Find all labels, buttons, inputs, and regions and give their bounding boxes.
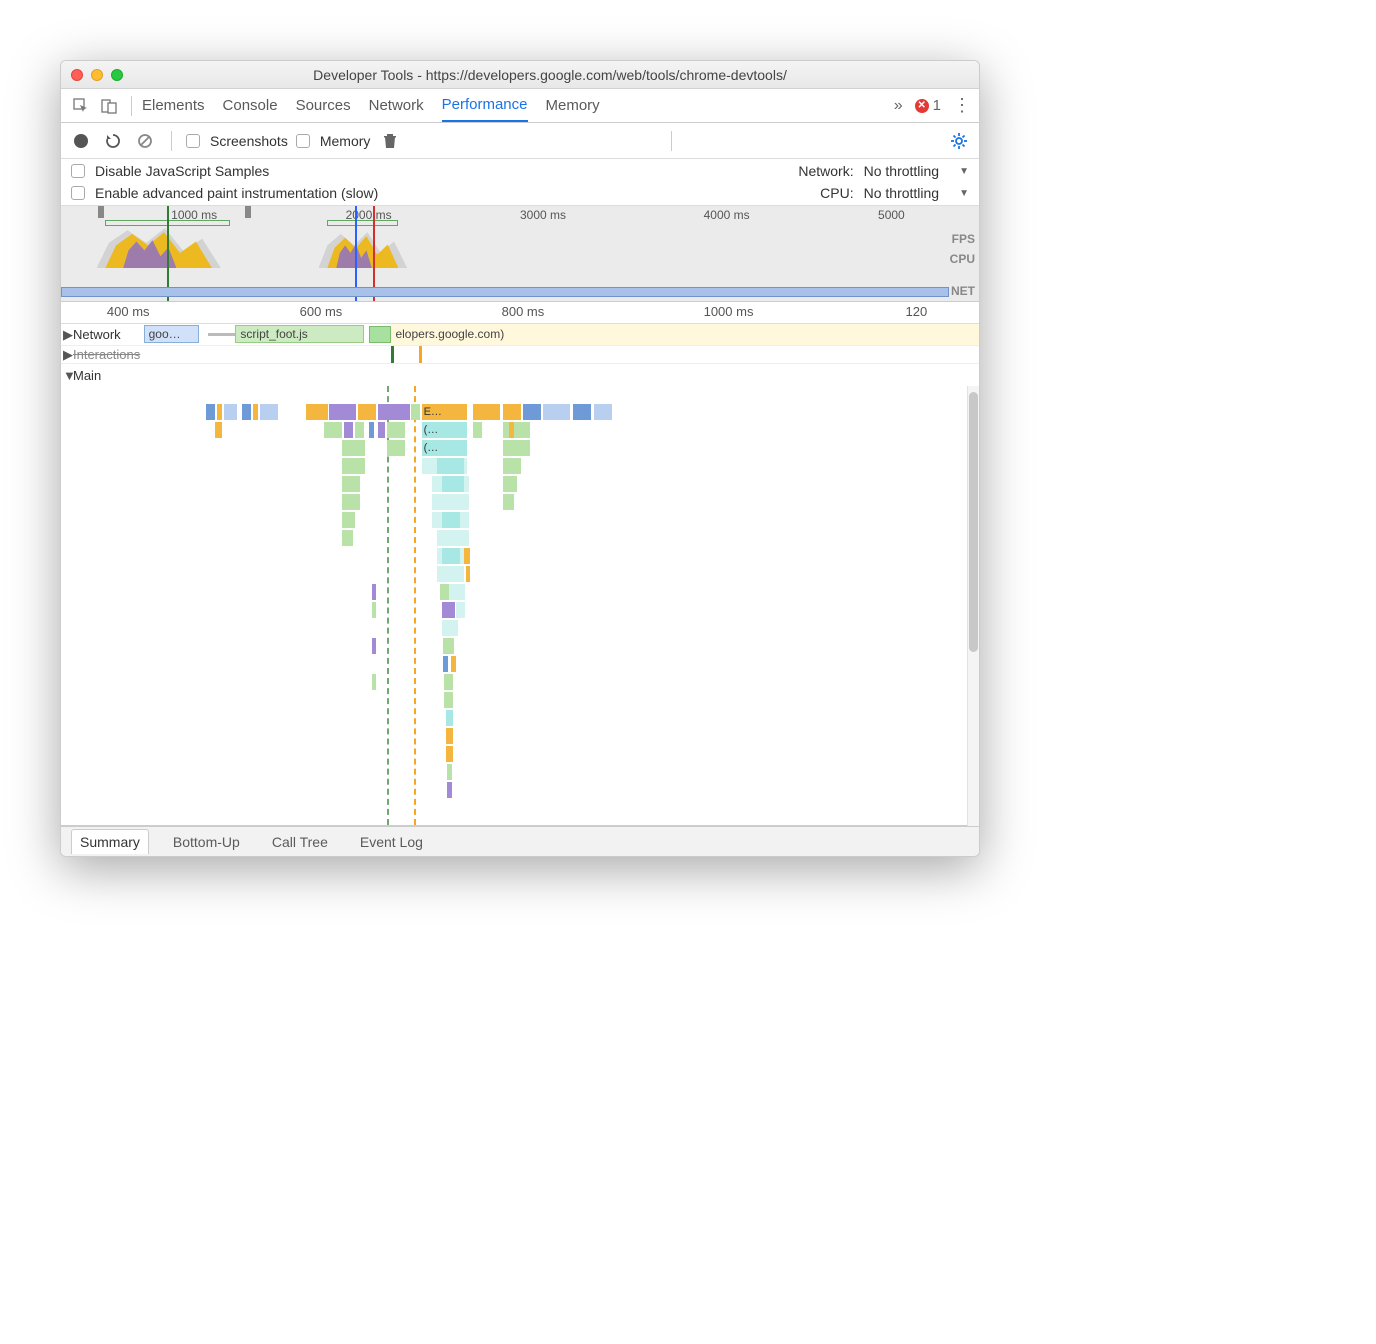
network-request-chip[interactable]	[369, 326, 392, 343]
timeline-overview[interactable]: 1000 ms 2000 ms 3000 ms 4000 ms 5000 FPS…	[61, 206, 979, 302]
record-button[interactable]	[69, 129, 93, 153]
overview-tick: 4000 ms	[704, 208, 750, 222]
zoom-icon[interactable]	[111, 69, 123, 81]
scrollbar-thumb[interactable]	[969, 392, 978, 652]
overview-cpu-chart	[61, 226, 949, 268]
expand-caret-icon[interactable]: ▶	[63, 347, 73, 363]
overview-fps-label: FPS	[952, 232, 975, 246]
more-tabs-icon[interactable]: »	[890, 97, 907, 115]
flame-bar[interactable]: (…	[422, 422, 467, 438]
disable-js-label: Disable JavaScript Samples	[95, 163, 269, 179]
flame-chart[interactable]: E… (… (…	[61, 386, 967, 826]
garbage-collect-button[interactable]	[378, 129, 402, 153]
ruler-tick: 800 ms	[502, 304, 545, 319]
tab-event-log[interactable]: Event Log	[352, 830, 431, 854]
tab-network[interactable]: Network	[369, 89, 424, 122]
checkbox-icon	[71, 164, 85, 178]
flame-bar[interactable]: (…	[422, 440, 467, 456]
flame-chart-container: E… (… (…	[61, 386, 979, 826]
separator	[131, 96, 132, 116]
detail-tab-strip: Summary Bottom-Up Call Tree Event Log	[61, 826, 979, 856]
ruler-tick: 400 ms	[107, 304, 150, 319]
error-count: 1	[933, 97, 941, 114]
paint-instr-label: Enable advanced paint instrumentation (s…	[95, 185, 378, 201]
network-request-chip[interactable]: elopers.google.com)	[391, 325, 979, 343]
overview-net-strip	[61, 287, 949, 297]
tab-elements[interactable]: Elements	[142, 89, 205, 122]
network-request-chip[interactable]: script_foot.js	[235, 325, 364, 343]
flame-bar[interactable]: E…	[422, 404, 467, 420]
window-title: Developer Tools - https://developers.goo…	[131, 67, 969, 83]
inspect-element-icon[interactable]	[69, 94, 93, 118]
separator	[671, 131, 672, 151]
vertical-scrollbar[interactable]	[967, 386, 979, 826]
overview-tick: 3000 ms	[520, 208, 566, 222]
checkbox-icon	[71, 186, 85, 200]
cpu-throttle-value: No throttling	[864, 185, 939, 201]
expand-caret-icon[interactable]: ▶	[63, 327, 73, 343]
settings-gear-icon[interactable]	[947, 129, 971, 153]
performance-toolbar: Screenshots Memory	[61, 123, 979, 159]
network-lane-label: Network	[73, 327, 121, 342]
capture-settings: Disable JavaScript Samples Network: No t…	[61, 159, 979, 206]
separator	[171, 131, 172, 151]
chevron-down-icon: ▼	[959, 166, 969, 177]
network-throttle-label: Network:	[798, 163, 863, 179]
tab-summary[interactable]: Summary	[71, 829, 149, 854]
error-badge[interactable]: ✕ 1	[915, 97, 941, 114]
panel-tabs: Elements Console Sources Network Perform…	[142, 89, 886, 122]
ruler-tick: 1000 ms	[704, 304, 754, 319]
network-lane[interactable]: ▶ Network goo… script_foot.js elopers.go…	[61, 324, 979, 346]
tab-sources[interactable]: Sources	[296, 89, 351, 122]
kebab-menu-icon[interactable]: ⋮	[953, 95, 971, 116]
screenshots-checkbox[interactable]: Screenshots	[186, 133, 288, 149]
chevron-down-icon: ▼	[959, 188, 969, 199]
devtools-window: Developer Tools - https://developers.goo…	[60, 60, 980, 857]
overview-window-handle-left[interactable]	[98, 206, 104, 218]
tab-console[interactable]: Console	[223, 89, 278, 122]
traffic-lights	[71, 69, 123, 81]
interactions-lane[interactable]: ▶ Interactions	[61, 346, 979, 364]
paint-instrumentation-checkbox[interactable]: Enable advanced paint instrumentation (s…	[71, 185, 798, 201]
network-connector	[208, 333, 236, 336]
network-throttle-value: No throttling	[864, 163, 939, 179]
checkbox-icon	[186, 134, 200, 148]
cpu-throttle-select[interactable]: No throttling ▼	[864, 185, 969, 201]
main-tab-strip: Elements Console Sources Network Perform…	[61, 89, 979, 123]
detail-ruler[interactable]: 400 ms 600 ms 800 ms 1000 ms 120	[61, 302, 979, 324]
interaction-marker	[419, 346, 422, 363]
tab-bottom-up[interactable]: Bottom-Up	[165, 830, 248, 854]
ruler-tick: 120	[906, 304, 928, 319]
network-throttle-select[interactable]: No throttling ▼	[864, 163, 969, 179]
main-lane-header[interactable]: ▼ Main	[61, 364, 979, 386]
close-icon[interactable]	[71, 69, 83, 81]
tab-memory[interactable]: Memory	[546, 89, 600, 122]
overview-cpu-label: CPU	[950, 252, 975, 266]
flame-marker-orange	[414, 386, 416, 825]
collapse-caret-icon[interactable]: ▼	[63, 368, 73, 383]
memory-label: Memory	[320, 133, 371, 149]
error-icon: ✕	[915, 99, 929, 113]
overview-net-label: NET	[951, 284, 975, 298]
ruler-tick: 600 ms	[300, 304, 343, 319]
overview-window-handle-right[interactable]	[245, 206, 251, 218]
clear-button[interactable]	[133, 129, 157, 153]
cpu-throttle-label: CPU:	[798, 185, 863, 201]
reload-button[interactable]	[101, 129, 125, 153]
overview-tick: 5000	[878, 208, 905, 222]
screenshots-label: Screenshots	[210, 133, 288, 149]
minimize-icon[interactable]	[91, 69, 103, 81]
network-request-chip[interactable]: goo…	[144, 325, 199, 343]
main-lane-label: Main	[73, 368, 101, 383]
memory-checkbox[interactable]: Memory	[296, 133, 371, 149]
tab-call-tree[interactable]: Call Tree	[264, 830, 336, 854]
device-toolbar-icon[interactable]	[97, 94, 121, 118]
interactions-lane-label: Interactions	[73, 347, 140, 362]
tab-performance[interactable]: Performance	[442, 89, 528, 122]
disable-js-samples-checkbox[interactable]: Disable JavaScript Samples	[71, 163, 798, 179]
checkbox-icon	[296, 134, 310, 148]
interaction-marker	[391, 346, 394, 363]
titlebar: Developer Tools - https://developers.goo…	[61, 61, 979, 89]
